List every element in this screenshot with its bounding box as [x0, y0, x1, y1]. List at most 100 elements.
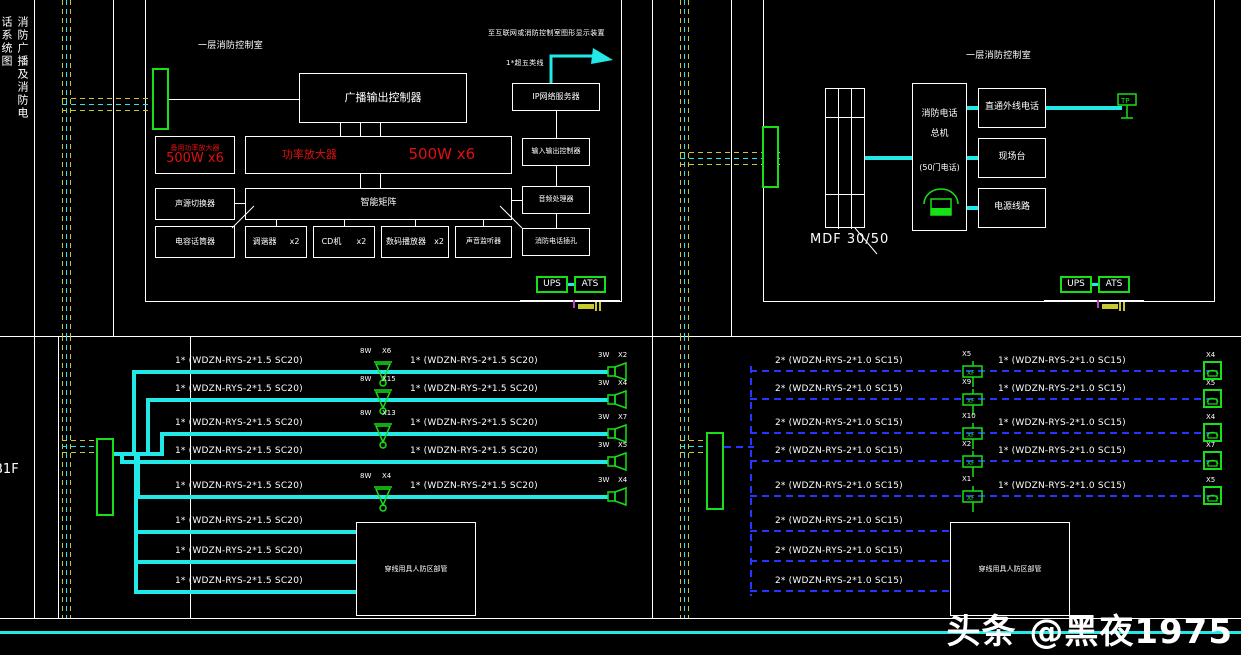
- phone-bus-tap: [724, 446, 754, 448]
- speaker-qty-mid: X15: [382, 375, 396, 383]
- broadcast-bus-terminal[interactable]: [96, 438, 114, 516]
- wire-matrix-to-cd: [344, 220, 345, 226]
- speaker-power-end: 3W: [598, 379, 610, 387]
- speaker-power-end: 3W: [598, 413, 610, 421]
- box-ats-left[interactable]: ATS: [574, 276, 606, 293]
- riser-branch-yellow-1: [62, 98, 160, 99]
- wire-controller-to-amp-a: [340, 123, 341, 136]
- mdf-rack[interactable]: [825, 88, 865, 229]
- box-phone-output-1[interactable]: 现场台: [978, 138, 1046, 178]
- watermark: 头条 @黑夜1975: [946, 612, 1233, 652]
- internet-riser-arrow: [549, 48, 613, 86]
- box-tuner[interactable]: 调谐器 x2: [245, 226, 307, 258]
- speaker-qty-end: X4: [618, 379, 628, 387]
- speaker-power-mid: 8W: [360, 375, 372, 383]
- mdf-leader-line: [854, 227, 878, 255]
- cable-label-right: 1* (WDZN-RYS-2*1.5 SC20): [410, 418, 538, 428]
- phone-jack-tag-mid: X9: [962, 378, 972, 386]
- speaker-symbol-mid[interactable]: [372, 483, 394, 517]
- box-spare-right[interactable]: 穿线用具人防区部管: [950, 522, 1070, 616]
- wire-switchboard-out-0: [967, 106, 978, 110]
- svg-text:TP: TP: [1120, 97, 1130, 105]
- box-microphone[interactable]: 电容话筒器: [155, 226, 235, 258]
- speaker-power-end: 3W: [598, 441, 610, 449]
- box-cd-player[interactable]: CD机 x2: [313, 226, 375, 258]
- box-ups-right[interactable]: UPS: [1060, 276, 1092, 293]
- box-io-controller[interactable]: 输入输出控制器: [522, 138, 590, 166]
- broadcast-riser-terminal[interactable]: [152, 68, 169, 130]
- speaker-qty-end: X4: [618, 476, 628, 484]
- svg-text:XF: XF: [967, 370, 975, 377]
- broadcast-loop-wire: [132, 370, 608, 374]
- box-backup-amplifier[interactable]: 备用功率放大器 500W x6: [155, 136, 235, 174]
- cable-label-left: 2* (WDZN-RYS-2*1.0 SC15): [775, 446, 903, 456]
- cable-label-right: 1* (WDZN-RYS-2*1.0 SC15): [998, 481, 1126, 491]
- wire-audio-to-jack: [556, 214, 557, 228]
- box-source-switch[interactable]: 声源切换器: [155, 188, 235, 220]
- box-phone-jack[interactable]: 消防电话插孔: [522, 228, 590, 256]
- speaker-symbol-end[interactable]: [607, 486, 630, 507]
- cable-label-right: 1* (WDZN-RYS-2*1.0 SC15): [998, 446, 1126, 456]
- phone-jack-symbol-end[interactable]: [1203, 389, 1224, 410]
- wire-matrix-to-monitor: [483, 220, 484, 226]
- box-digital-player[interactable]: 数码播放器 x2: [381, 226, 449, 258]
- box-ip-network-server[interactable]: IP网络服务器: [512, 83, 600, 111]
- frame-divider-mid-v: [652, 0, 653, 618]
- internet-riser-cable: 1*超五类线: [506, 59, 544, 67]
- cable-label-right: 1* (WDZN-RYS-2*1.5 SC20): [410, 384, 538, 394]
- box-audio-processor[interactable]: 音频处理器: [522, 186, 590, 214]
- phone-bus-terminal[interactable]: [706, 432, 724, 510]
- phone-jack-symbol-mid[interactable]: XF: [962, 451, 984, 477]
- riser-branch-cyan-1: [62, 104, 160, 105]
- phone-jack-tag-mid: X2: [962, 440, 972, 448]
- cable-label-left: 2* (WDZN-RYS-2*1.0 SC15): [775, 356, 903, 366]
- box-sound-monitor[interactable]: 声音监听器: [455, 226, 512, 258]
- box-phone-output-0[interactable]: 直通外线电话: [978, 88, 1046, 128]
- cable-label-left: 2* (WDZN-RYS-2*1.0 SC15): [775, 481, 903, 491]
- cassette-qty: x2: [434, 236, 444, 246]
- box-spare-left[interactable]: 穿线用具人防区部管: [356, 522, 476, 616]
- wire-controller-to-amp-c: [380, 123, 381, 136]
- backup-amp-rating: 500W x6: [166, 150, 224, 166]
- riser-branch-yellow-2: [62, 110, 160, 111]
- wire-riser-to-controller: [169, 99, 299, 100]
- cable-label-right: 1* (WDZN-RYS-2*1.5 SC20): [410, 356, 538, 366]
- cable-label-spare: 1* (WDZN-RYS-2*1.5 SC20): [175, 516, 303, 526]
- box-phone-output-2[interactable]: 电源线路: [978, 188, 1046, 228]
- floor-label-b1f: B1F: [0, 462, 19, 477]
- phone-jack-symbol-end[interactable]: [1203, 486, 1224, 507]
- phone-room-label: 一层消防控制室: [966, 51, 1032, 61]
- box-phone-switchboard[interactable]: 消防电话 总机 (50门电话): [912, 83, 967, 231]
- speaker-symbol-mid[interactable]: [372, 420, 394, 454]
- phone-jack-tag-end: X4: [1206, 413, 1216, 421]
- tuner-label: 调谐器: [252, 236, 277, 246]
- phone-jack-tag-end: X5: [1206, 379, 1216, 387]
- cable-label-right: 1* (WDZN-RYS-2*1.0 SC15): [998, 356, 1126, 366]
- riser-dash-cyan-r1: [684, 0, 685, 336]
- riser-dash-yellow-r1: [680, 0, 681, 336]
- riser-dash-yellow-br2: [688, 336, 689, 618]
- speaker-qty-end: X7: [618, 413, 628, 421]
- box-output-controller[interactable]: 广播输出控制器: [299, 73, 467, 123]
- speaker-symbol-end[interactable]: [607, 451, 630, 472]
- phone-jack-symbol-end[interactable]: [1203, 451, 1224, 472]
- svg-text:XF: XF: [967, 432, 975, 439]
- speaker-power-mid: 8W: [360, 409, 372, 417]
- riser-dash-yellow-b2: [70, 336, 71, 618]
- wire-ups-ats-link-left: [568, 283, 574, 286]
- switchboard-capacity: (50门电话): [919, 163, 960, 172]
- broadcast-loop-wire: [120, 460, 608, 464]
- phone-jack-symbol-mid[interactable]: XF: [962, 486, 984, 512]
- phone-spare-wire: [750, 590, 950, 592]
- box-main-amplifier[interactable]: 功率放大器 500W x6: [245, 136, 512, 174]
- cable-label-right: 1* (WDZN-RYS-2*1.0 SC15): [998, 418, 1126, 428]
- power-source-symbol-right: [1097, 300, 1125, 311]
- speaker-symbol-end[interactable]: [607, 389, 630, 410]
- box-intelligent-matrix[interactable]: 智能矩阵: [245, 188, 512, 220]
- wire-ip-to-io: [556, 111, 557, 138]
- box-ats-right[interactable]: ATS: [1098, 276, 1130, 293]
- phone-jack-tag-mid: X10: [962, 412, 976, 420]
- wire-ups-ats-link-right: [1092, 283, 1098, 286]
- phone-riser-terminal[interactable]: [762, 126, 779, 188]
- box-ups-left[interactable]: UPS: [536, 276, 568, 293]
